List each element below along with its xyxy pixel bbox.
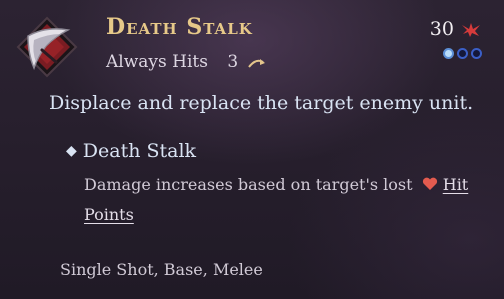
ability-tooltip: Death Stalk Always Hits 3 30 Displace an…	[0, 0, 504, 299]
hit-type-label: Always Hits	[106, 52, 208, 72]
ability-title: Death Stalk	[106, 14, 253, 40]
ability-subtitle: Always Hits 3	[106, 52, 266, 72]
ability-description: Displace and replace the target enemy un…	[49, 92, 474, 114]
pip-filled	[443, 48, 454, 59]
effect-text: Damage increases based on target's lost	[84, 175, 413, 194]
red-burst-icon	[462, 23, 480, 37]
scythe-blade-icon	[16, 16, 78, 78]
cost-value: 30	[429, 18, 454, 40]
heart-icon	[422, 177, 437, 190]
pip-empty	[457, 48, 468, 59]
range-value: 3	[227, 52, 239, 72]
arc-arrow-icon	[247, 58, 265, 68]
effect-description: Damage increases based on target's lost …	[84, 170, 484, 230]
effect-name: Death Stalk	[82, 140, 197, 162]
charge-pips	[443, 48, 482, 59]
effect-heading: ◆ Death Stalk	[66, 140, 196, 162]
pip-empty	[471, 48, 482, 59]
ability-cost: 30	[430, 18, 480, 40]
diamond-icon: ◆	[66, 143, 77, 159]
ability-tags: Single Shot, Base, Melee	[60, 260, 263, 279]
